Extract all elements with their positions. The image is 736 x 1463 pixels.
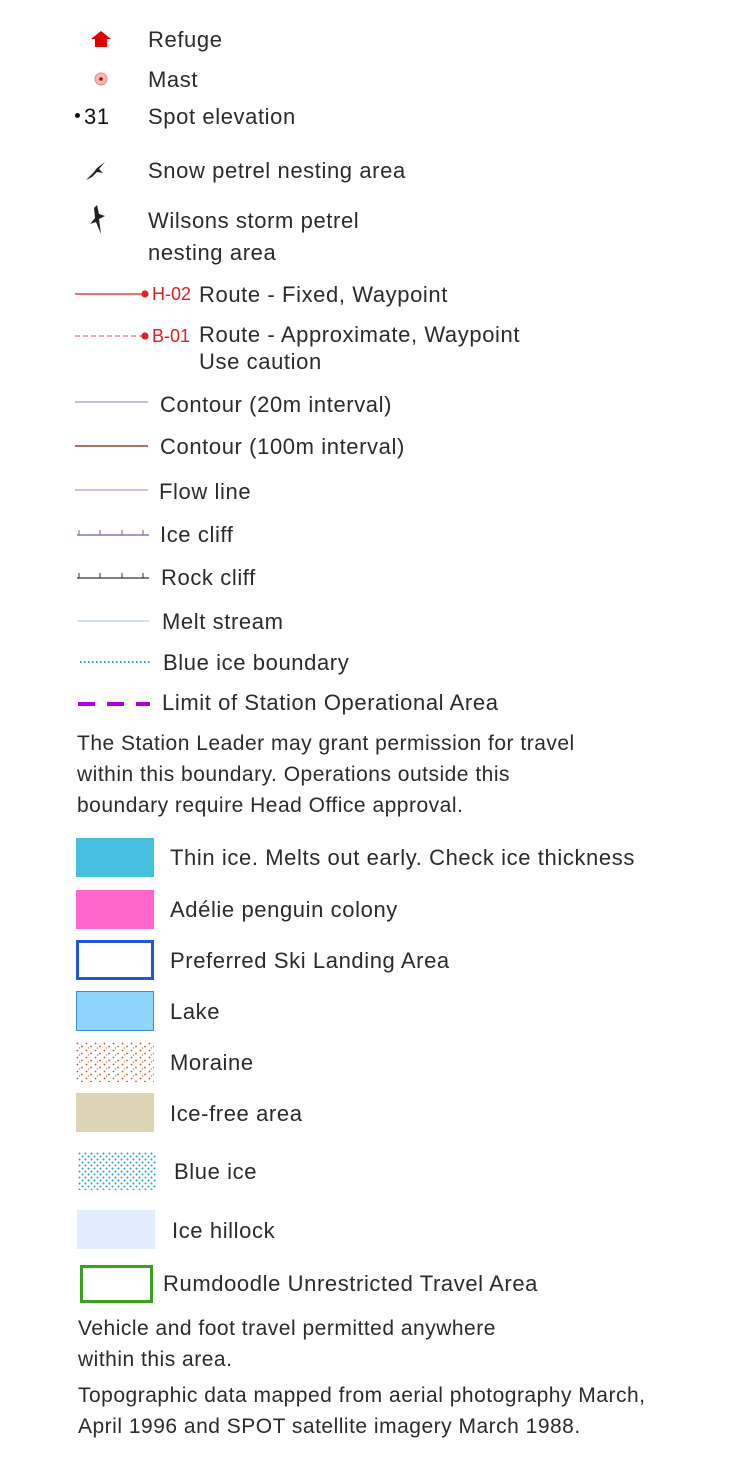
legend-label-ski-landing: Preferred Ski Landing Area [170, 948, 450, 973]
source-note: Topographic data mapped from aerial phot… [78, 1380, 645, 1442]
station-note-line: boundary require Head Office approval. [77, 794, 464, 817]
waypoint-label-approx: B-01 [152, 326, 191, 346]
legend-label-station-limit: Limit of Station Operational Area [162, 690, 499, 715]
storm-petrel-icon [90, 205, 105, 234]
source-note-line: April 1996 and SPOT satellite imagery Ma… [78, 1415, 581, 1438]
route-approx-symbol [75, 332, 149, 340]
legend-label-rumdoodle: Rumdoodle Unrestricted Travel Area [163, 1271, 539, 1296]
rumdoodle-note-line: Vehicle and foot travel permitted anywhe… [78, 1317, 496, 1340]
source-note-line: Topographic data mapped from aerial phot… [78, 1384, 646, 1407]
legend-label-ice-free: Ice-free area [170, 1101, 303, 1126]
legend-label-spot-elevation: Spot elevation [148, 104, 296, 129]
moraine-swatch [76, 1042, 154, 1082]
legend-label-adelie: Adélie penguin colony [170, 897, 398, 922]
legend-label-wilsons-1: Wilsons storm petrel [148, 208, 360, 233]
legend-label-refuge: Refuge [148, 27, 223, 52]
spot-elevation-value: 31 [84, 104, 110, 129]
station-note-line: The Station Leader may grant permission … [77, 732, 575, 755]
flow-line [75, 489, 148, 491]
legend-label-flow-line: Flow line [159, 479, 252, 504]
rock-cliff-line [77, 573, 149, 579]
contour-20-line [75, 401, 148, 403]
legend-label-mast: Mast [148, 67, 199, 92]
legend-label-contour-100: Contour (100m interval) [160, 434, 405, 459]
contour-100-line [75, 445, 148, 447]
rumdoodle-swatch [80, 1265, 153, 1303]
legend-label-route-approx-2: Use caution [199, 349, 322, 374]
legend-label-route-approx-1: Route - Approximate, Waypoint [199, 322, 521, 347]
station-note: The Station Leader may grant permission … [77, 728, 575, 821]
legend-label-snow-petrel: Snow petrel nesting area [148, 158, 406, 183]
legend-label-rock-cliff: Rock cliff [161, 565, 256, 590]
legend-label-ice-cliff: Ice cliff [160, 522, 234, 547]
legend-label-blue-ice-boundary: Blue ice boundary [163, 650, 350, 675]
waypoint-label-fixed: H-02 [152, 284, 192, 304]
snow-petrel-icon [86, 162, 105, 180]
legend-label-ice-hillock: Ice hillock [172, 1218, 276, 1243]
blue-ice-boundary-line [80, 661, 152, 663]
thin-ice-swatch [76, 838, 154, 877]
mast-icon [94, 72, 108, 86]
lake-swatch [76, 991, 154, 1031]
legend-label-thin-ice: Thin ice. Melts out early. Check ice thi… [170, 845, 635, 870]
blue-ice-swatch [78, 1152, 156, 1190]
rumdoodle-note: Vehicle and foot travel permitted anywhe… [78, 1313, 496, 1375]
legend-label-melt-stream: Melt stream [162, 609, 284, 634]
legend-label-lake: Lake [170, 999, 221, 1024]
house-icon [91, 31, 111, 47]
station-limit-line [78, 702, 150, 706]
legend-label-route-fixed: Route - Fixed, Waypoint [199, 282, 448, 307]
spot-elevation-dot [75, 113, 80, 118]
adelie-swatch [76, 890, 154, 929]
legend-label-blue-ice: Blue ice [174, 1159, 258, 1184]
melt-stream-line [77, 620, 149, 622]
ski-landing-swatch [76, 940, 154, 980]
station-note-line: within this boundary. Operations outside… [77, 763, 511, 786]
rumdoodle-note-line: within this area. [78, 1348, 233, 1371]
legend-label-contour-20: Contour (20m interval) [160, 392, 393, 417]
ice-hillock-swatch [77, 1210, 155, 1249]
legend-label-moraine: Moraine [170, 1050, 254, 1075]
legend-label-wilsons-2: nesting area [148, 240, 277, 265]
route-fixed-symbol [75, 290, 149, 298]
ice-free-swatch [76, 1093, 154, 1132]
ice-cliff-line [77, 530, 149, 536]
